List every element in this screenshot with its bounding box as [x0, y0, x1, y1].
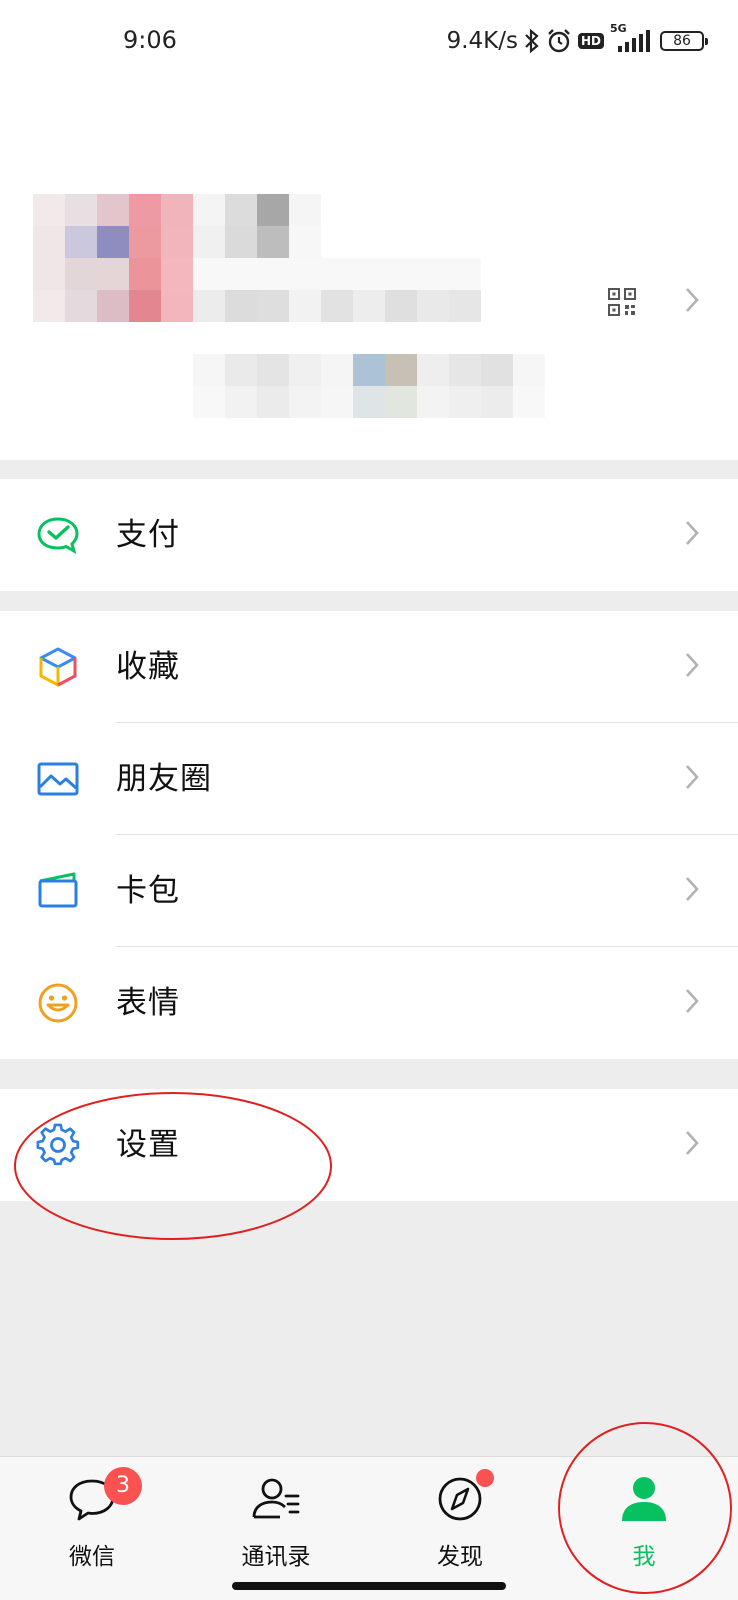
- menu-label-settings: 设置: [116, 1127, 180, 1163]
- menu-label-favorites: 收藏: [116, 649, 180, 685]
- menu-item-stickers[interactable]: 表情: [0, 947, 738, 1059]
- avatar: [33, 194, 193, 322]
- alarm-icon: [546, 28, 572, 54]
- person-icon: [618, 1475, 670, 1523]
- bluetooth-icon: [524, 28, 540, 54]
- smiley-icon: [36, 981, 80, 1025]
- tab-label-me: 我: [632, 1544, 656, 1570]
- menu-group-main: 收藏 朋友圈 卡包 表情: [0, 611, 738, 1059]
- menu-item-settings[interactable]: 设置: [0, 1089, 738, 1201]
- chevron-right-icon: [684, 286, 700, 318]
- menu-label-stickers: 表情: [116, 985, 180, 1021]
- status-bar: 9:06 9.4K/s HD 5G 86: [0, 0, 738, 84]
- tab-label-contacts: 通讯录: [241, 1544, 311, 1570]
- hd-badge: HD: [577, 33, 604, 49]
- tab-contacts[interactable]: 通讯录: [184, 1457, 368, 1600]
- unread-badge: 3: [104, 1467, 142, 1505]
- chevron-right-icon: [684, 519, 700, 551]
- chevron-right-icon: [684, 651, 700, 683]
- menu-label-pay: 支付: [116, 517, 180, 553]
- menu-label-cards: 卡包: [116, 873, 180, 909]
- chevron-right-icon: [684, 763, 700, 795]
- chevron-right-icon: [684, 875, 700, 907]
- tab-bar: 3 微信 通讯录 发现 我: [0, 1456, 738, 1600]
- contacts-icon: [250, 1475, 302, 1523]
- home-indicator[interactable]: [232, 1582, 506, 1590]
- discover-red-dot: [476, 1469, 494, 1487]
- menu-item-favorites[interactable]: 收藏: [0, 611, 738, 723]
- tab-label-chats: 微信: [69, 1544, 115, 1570]
- menu-item-pay[interactable]: 支付: [0, 479, 738, 591]
- profile-header[interactable]: [0, 84, 738, 460]
- menu-item-cards[interactable]: 卡包: [0, 835, 738, 947]
- menu-item-moments[interactable]: 朋友圈: [0, 723, 738, 835]
- status-indicators: 9.4K/s HD 5G 86: [446, 22, 708, 56]
- menu-group-pay: 支付: [0, 479, 738, 591]
- gear-icon: [36, 1123, 80, 1167]
- chevron-right-icon: [684, 1129, 700, 1161]
- wechat-id-blurred: [193, 354, 553, 418]
- menu-label-moments: 朋友圈: [116, 761, 212, 797]
- network-speed: 9.4K/s: [446, 28, 518, 54]
- tab-label-discover: 发现: [437, 1544, 483, 1570]
- cube-icon: [36, 645, 80, 689]
- wechat-pay-icon: [36, 513, 80, 557]
- nickname-blurred: [193, 194, 493, 322]
- tab-me[interactable]: 我: [552, 1457, 736, 1600]
- signal-icon: 5G: [610, 22, 654, 54]
- card-wallet-icon: [36, 869, 80, 913]
- qr-code-icon[interactable]: [608, 288, 636, 316]
- image-icon: [36, 757, 80, 801]
- tab-chats[interactable]: 3 微信: [0, 1457, 184, 1600]
- battery-indicator: 86: [660, 31, 708, 51]
- status-time: 9:06: [123, 26, 177, 54]
- chevron-right-icon: [684, 987, 700, 1019]
- tab-discover[interactable]: 发现: [368, 1457, 552, 1600]
- menu-group-settings: 设置: [0, 1089, 738, 1201]
